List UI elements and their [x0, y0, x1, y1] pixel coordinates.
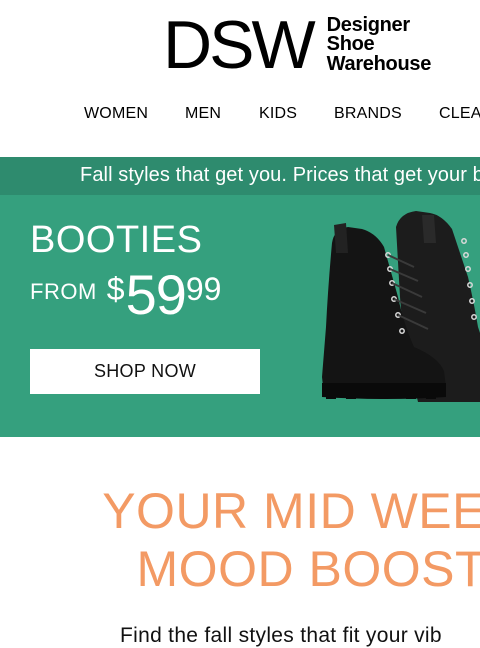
promo-strip[interactable]: Fall styles that get you. Prices that ge… — [0, 157, 480, 195]
price-currency: $ — [106, 271, 125, 307]
nav-item-brands[interactable]: BRANDS — [334, 105, 402, 123]
nav-item-men[interactable]: MEN — [185, 105, 221, 123]
shop-now-button[interactable]: SHOP NOW — [30, 349, 260, 394]
promo-subtext: Find the fall styles that fit your vib — [120, 624, 442, 647]
price-dollars: 59 — [125, 263, 187, 326]
nav-item-kids[interactable]: KIDS — [259, 105, 297, 123]
black-lace-up-boots-image[interactable] — [318, 207, 480, 402]
logo-tagline-line: Shoe — [326, 33, 375, 56]
promo-strip-text: Fall styles that get you. Prices that ge… — [80, 164, 480, 186]
promo-headline: YOUR MID WEE MOOD BOOST — [0, 482, 480, 598]
logo-tagline: Designer Shoe Warehouse — [326, 15, 432, 75]
headline-line-2: MOOD BOOST — [136, 541, 480, 597]
headline-line-1: YOUR MID WEE — [102, 483, 480, 539]
nav-item-clearance[interactable]: CLEA — [439, 105, 480, 123]
price-prefix: FROM — [30, 279, 97, 304]
price-cents: 99 — [185, 271, 222, 307]
nav-item-women[interactable]: WOMEN — [84, 105, 148, 123]
hero-banner[interactable]: BOOTIES FROM $ 59 99 SHOP NOW — [0, 195, 480, 437]
logo-mark: DSW — [163, 7, 316, 83]
logo-tagline-line: Warehouse — [326, 52, 432, 75]
main-nav: WOMEN MEN KIDS BRANDS CLEA — [0, 105, 480, 125]
site-header: DSW Designer Shoe Warehouse WOMEN MEN KI… — [0, 0, 480, 157]
hero-price: FROM $ 59 99 — [30, 267, 221, 323]
hero-title: BOOTIES — [30, 219, 203, 261]
dsw-logo[interactable]: DSW Designer Shoe Warehouse — [163, 10, 431, 80]
